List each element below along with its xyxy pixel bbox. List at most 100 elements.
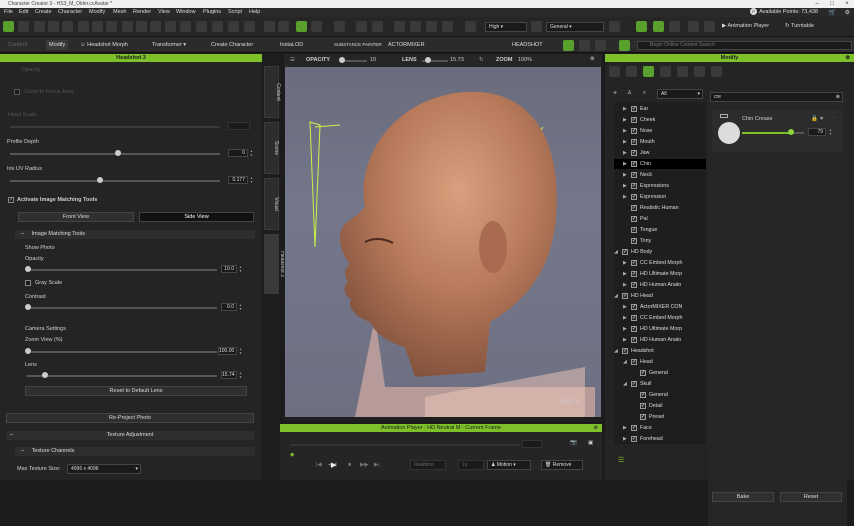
iris-uv-slider[interactable]: [10, 180, 220, 182]
select-tool-icon[interactable]: [296, 21, 307, 32]
side-view-button[interactable]: Side View: [139, 212, 254, 222]
vp-lens-value[interactable]: 15.73: [450, 57, 464, 63]
profile-depth-spinner[interactable]: ▲ ▼: [249, 149, 254, 157]
checker-icon[interactable]: [677, 66, 688, 77]
maximize-button[interactable]: □: [825, 0, 839, 8]
move-tool-icon[interactable]: [311, 21, 322, 32]
tree-item[interactable]: ◢ ✓ HD Head: [614, 291, 706, 301]
save-icon[interactable]: [62, 21, 73, 32]
tree-checkbox[interactable]: ✓: [631, 150, 637, 156]
scale-tool-icon[interactable]: [356, 21, 367, 32]
tree-checkbox[interactable]: ✓: [640, 403, 646, 409]
tree-item[interactable]: ◢ ✓ Headshot: [614, 346, 706, 356]
lighting-icon[interactable]: [531, 21, 542, 32]
tree-checkbox[interactable]: ✓: [631, 128, 637, 134]
gray-scale-checkbox[interactable]: [25, 280, 31, 286]
layers-icon[interactable]: [228, 21, 239, 32]
add-icon[interactable]: +: [613, 90, 617, 97]
reproject-photo-button[interactable]: Re-Project Photo: [6, 413, 254, 423]
tree-expand-icon[interactable]: ▶: [623, 335, 627, 345]
animation-player-button[interactable]: ▶ Animation Player: [722, 21, 769, 31]
zoom-focus-checkbox[interactable]: [14, 89, 20, 95]
filter-combo[interactable]: All ▾: [657, 89, 703, 99]
export-icon[interactable]: [92, 21, 103, 32]
tree-checkbox[interactable]: ✓: [631, 381, 637, 387]
pointer-icon[interactable]: [196, 21, 207, 32]
expand-icon[interactable]: [595, 40, 606, 51]
tree-checkbox[interactable]: ✓: [640, 414, 646, 420]
tree-item[interactable]: ▶ ✓ HD Human Anato: [614, 335, 706, 345]
redo-icon[interactable]: [278, 21, 289, 32]
camera-icon[interactable]: 📷: [570, 440, 577, 446]
tree-item[interactable]: ▶ ✓ Expressions: [614, 181, 706, 191]
key-icon[interactable]: ◆: [290, 452, 294, 458]
realtime-combo[interactable]: Realtime: [410, 460, 446, 470]
heart-icon[interactable]: ♥: [820, 116, 823, 122]
tree-checkbox[interactable]: ✓: [631, 172, 637, 178]
tree-item[interactable]: ✓ Realistic Human: [614, 203, 706, 213]
head-scale-input[interactable]: [228, 122, 250, 130]
morph-search-input[interactable]: cre ⊗: [710, 92, 843, 102]
image-matching-checkbox[interactable]: ✓: [8, 197, 14, 203]
tree-expand-icon[interactable]: ▶: [623, 126, 627, 136]
tree-checkbox[interactable]: ✓: [631, 326, 637, 332]
tree-expand-icon[interactable]: ▶: [623, 115, 627, 125]
profile-depth-knob[interactable]: [115, 150, 121, 156]
spline-icon[interactable]: [244, 21, 255, 32]
tree-checkbox[interactable]: ✓: [622, 293, 628, 299]
bake-button[interactable]: Bake: [712, 492, 774, 502]
zoom-view-spinner[interactable]: ▲ ▼: [238, 347, 243, 355]
tree-checkbox[interactable]: ✓: [631, 139, 637, 145]
side-tab-headshot[interactable]: Headshot 3: [264, 234, 285, 294]
tree-expand-icon[interactable]: ▶: [623, 302, 627, 312]
photo-opacity-input[interactable]: 10.0: [221, 265, 237, 273]
close-button[interactable]: ×: [840, 0, 854, 8]
close-icon[interactable]: ⊗: [590, 56, 595, 62]
iris-uv-spinner[interactable]: ▲ ▼: [249, 176, 254, 184]
search-icon[interactable]: ⌕: [643, 90, 646, 97]
hide-icon[interactable]: [180, 21, 191, 32]
tree-checkbox[interactable]: ✓: [631, 282, 637, 288]
more-icon[interactable]: ⋯: [830, 116, 836, 122]
tree-item[interactable]: ▶ ✓ Chin: [614, 159, 706, 169]
tree-item[interactable]: ▶ ✓ Neck: [614, 170, 706, 180]
menu-view[interactable]: View: [158, 9, 170, 15]
clear-icon[interactable]: ⊗: [836, 93, 840, 101]
sphere-icon[interactable]: [465, 21, 476, 32]
grid-icon[interactable]: [636, 21, 647, 32]
tree-item[interactable]: ▶ ✓ HD Ultimate Morp: [614, 269, 706, 279]
tree-item[interactable]: ▶ ✓ CC Embed Morph: [614, 258, 706, 268]
menu-help[interactable]: Help: [249, 9, 260, 15]
vp-zoom-value[interactable]: 100%: [518, 57, 532, 63]
tree-expand-icon[interactable]: ▶: [623, 137, 627, 147]
screen-icon[interactable]: ▣: [588, 440, 593, 446]
lock-icon[interactable]: 🔒: [811, 116, 818, 122]
tree-checkbox[interactable]: ✓: [631, 106, 637, 112]
minimize-button[interactable]: –: [810, 0, 824, 8]
turntable-button[interactable]: ↻ Turntable: [785, 21, 814, 31]
tree-item[interactable]: ▶ ✓ HD Ultimate Morp: [614, 324, 706, 334]
tree-expand-icon[interactable]: ▶: [623, 280, 627, 290]
camera-icon[interactable]: [136, 21, 147, 32]
tree-item[interactable]: ▶ ✓ Mouth: [614, 137, 706, 147]
snap-icon[interactable]: [372, 21, 383, 32]
remove-button[interactable]: 🗑 Remove: [541, 460, 583, 470]
vp-opacity-knob[interactable]: [339, 57, 345, 63]
menu-edit[interactable]: Edit: [19, 9, 28, 15]
tree-expand-icon[interactable]: ▶: [623, 148, 627, 158]
profile-depth-input[interactable]: 0: [228, 149, 248, 157]
tree-expand-icon[interactable]: ▶: [623, 170, 627, 180]
info-icon[interactable]: [688, 21, 699, 32]
tree-expand-icon[interactable]: ◢: [614, 346, 618, 356]
texture-channels-header[interactable]: – Texture Channels: [15, 447, 255, 456]
headshot-button[interactable]: HEADSHOT: [512, 40, 543, 50]
tree-expand-icon[interactable]: ▶: [623, 181, 627, 191]
menu-create[interactable]: Create: [35, 9, 52, 15]
tree-expand-icon[interactable]: ◢: [614, 291, 618, 301]
headshot-icon[interactable]: [563, 40, 574, 51]
contrast-knob[interactable]: [25, 304, 31, 310]
settings-icon[interactable]: [711, 66, 722, 77]
contrast-spinner[interactable]: ▲ ▼: [238, 303, 243, 311]
menu-modify[interactable]: Modify: [89, 9, 105, 15]
close-icon[interactable]: ⊗: [593, 424, 598, 432]
